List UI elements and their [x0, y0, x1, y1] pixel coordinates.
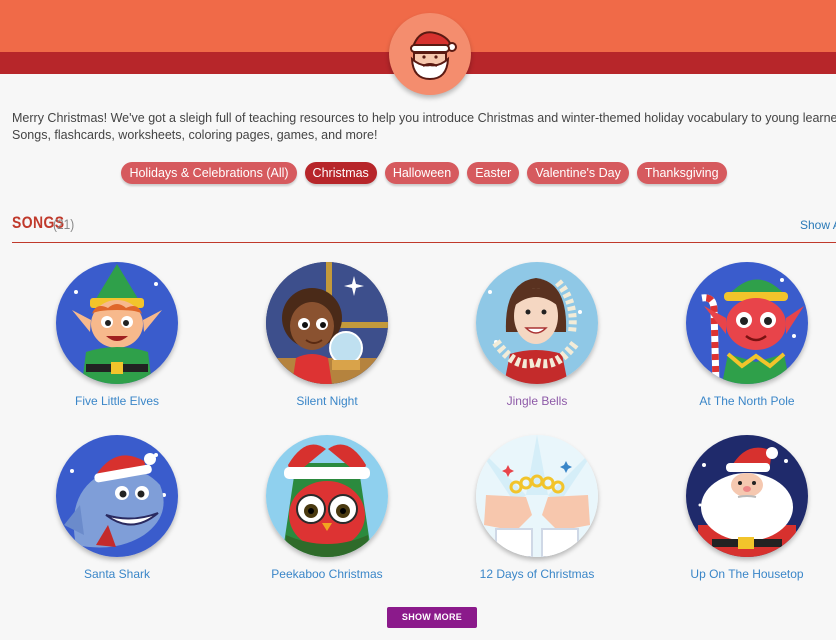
intro-text: Merry Christmas! We've got a sleigh full… [12, 110, 836, 144]
song-title[interactable]: Jingle Bells [437, 394, 637, 408]
girl-snowglobe-icon [266, 262, 388, 384]
song-title[interactable]: Santa Shark [17, 567, 217, 581]
elf-candycane-icon [686, 262, 808, 384]
show-more-button[interactable]: SHOW MORE [387, 607, 477, 628]
song-card-silent-night[interactable]: Silent Night [227, 262, 427, 408]
santa-badge-icon [389, 13, 471, 95]
category-valentines-day[interactable]: Valentine's Day [527, 162, 629, 184]
song-card-12-days-of-christmas[interactable]: 12 Days of Christmas [437, 435, 637, 581]
owl-santa-hat-icon [266, 435, 388, 557]
song-card-five-little-elves[interactable]: Five Little Elves [17, 262, 217, 408]
shark-santa-hat-icon [56, 435, 178, 557]
show-all-link[interactable]: Show All [800, 218, 836, 232]
songs-count: (21) [53, 216, 75, 232]
intro-line-1: Merry Christmas! We've got a sleigh full… [12, 111, 836, 125]
category-christmas[interactable]: Christmas [304, 162, 377, 184]
section-divider [12, 242, 836, 243]
intro-line-2: Songs, flashcards, worksheets, coloring … [12, 128, 378, 142]
song-title[interactable]: At The North Pole [647, 394, 836, 408]
woman-tinsel-icon [476, 262, 598, 384]
category-thanksgiving[interactable]: Thanksgiving [636, 162, 727, 184]
elf-icon [56, 262, 178, 384]
category-halloween[interactable]: Halloween [384, 162, 460, 184]
song-card-at-the-north-pole[interactable]: At The North Pole [647, 262, 836, 408]
santa-icon [686, 435, 808, 557]
song-card-santa-shark[interactable]: Santa Shark [17, 435, 217, 581]
song-title[interactable]: Silent Night [227, 394, 427, 408]
song-card-peekaboo-christmas[interactable]: Peekaboo Christmas [227, 435, 427, 581]
song-card-up-on-the-housetop[interactable]: Up On The Housetop [647, 435, 836, 581]
category-easter[interactable]: Easter [467, 162, 520, 184]
song-title[interactable]: Up On The Housetop [647, 567, 836, 581]
hands-rings-icon [476, 435, 598, 557]
category-all-holidays[interactable]: Holidays & Celebrations (All) [121, 162, 297, 184]
song-title[interactable]: Peekaboo Christmas [227, 567, 427, 581]
song-title[interactable]: 12 Days of Christmas [437, 567, 637, 581]
song-title[interactable]: Five Little Elves [17, 394, 217, 408]
song-card-jingle-bells[interactable]: Jingle Bells [437, 262, 637, 408]
category-filters: Holidays & Celebrations (All) Christmas … [0, 162, 836, 184]
